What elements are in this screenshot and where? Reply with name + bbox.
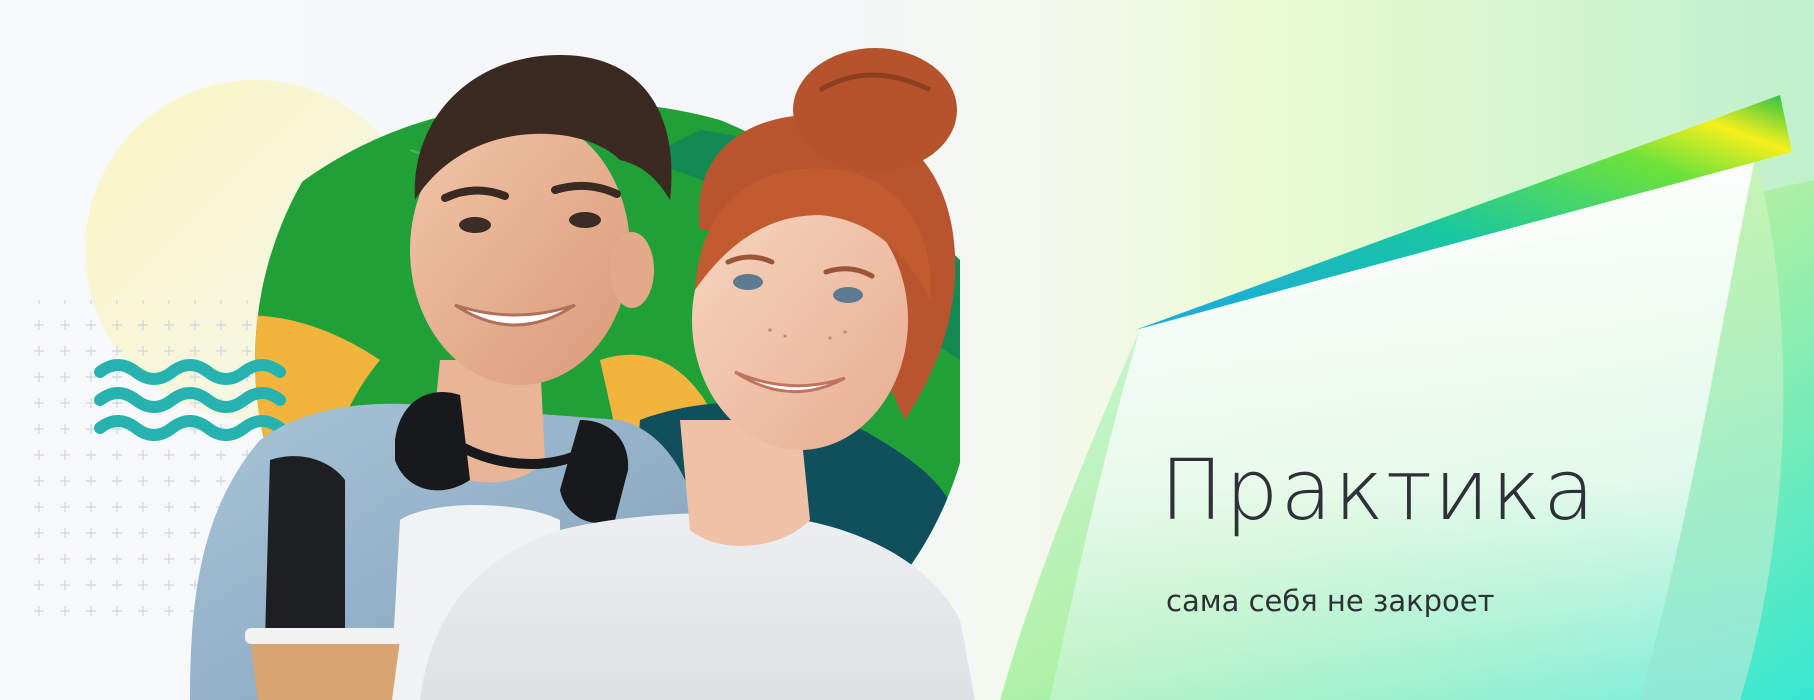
promo-banner[interactable]: Практика сама себя не закроет: [0, 0, 1814, 700]
banner-artwork: [30, 0, 1814, 700]
banner-subheadline: сама себя не закроет: [1166, 584, 1495, 618]
banner-headline: Практика: [1160, 441, 1597, 539]
